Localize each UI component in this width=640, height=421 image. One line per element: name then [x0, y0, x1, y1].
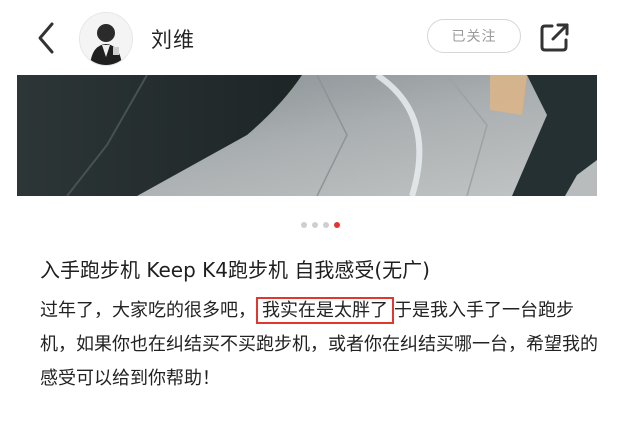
- highlighted-text: 我实在是太胖了: [256, 297, 394, 324]
- post-body-text: 过年了，大家吃的很多吧，: [40, 300, 256, 321]
- username[interactable]: 刘维: [151, 24, 195, 54]
- avatar[interactable]: [79, 12, 133, 66]
- treadmill-photo: [17, 75, 597, 196]
- top-bar: 刘维 已关注: [0, 0, 640, 74]
- post-image[interactable]: [17, 75, 597, 196]
- post-title: 入手跑步机 Keep K4跑步机 自我感受(无广): [40, 258, 430, 282]
- carousel-indicator: [0, 222, 640, 232]
- carousel-dot[interactable]: [300, 222, 307, 228]
- post-body: 过年了，大家吃的很多吧， 我实在是太胖了 于是我入手了一台跑步机，如果你也在纠结买不…: [40, 294, 600, 396]
- back-button[interactable]: [32, 18, 64, 58]
- carousel-dot[interactable]: [322, 222, 329, 228]
- carousel-dot[interactable]: [311, 222, 318, 228]
- share-external-icon: [540, 23, 569, 52]
- avatar-image: [80, 13, 132, 65]
- share-button[interactable]: [538, 20, 572, 54]
- chevron-left-icon: [38, 22, 54, 54]
- carousel-dot-active[interactable]: [333, 222, 340, 228]
- follow-button[interactable]: 已关注: [427, 19, 521, 53]
